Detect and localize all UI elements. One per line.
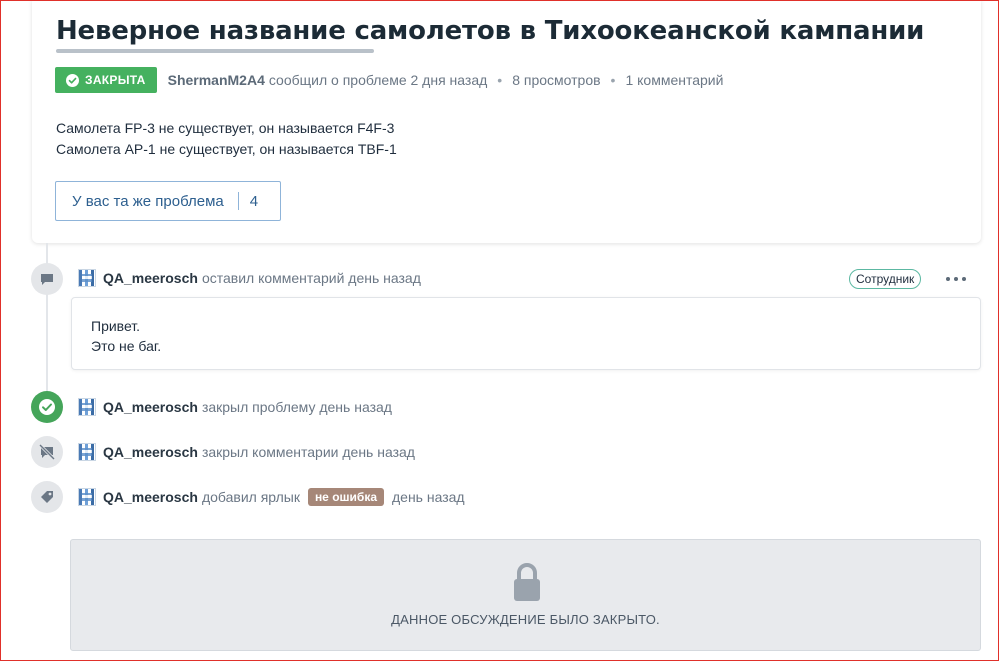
lock-icon <box>514 563 540 601</box>
comment-line: Привет. <box>91 318 141 334</box>
event-time: день назад <box>392 489 465 505</box>
check-circle-icon <box>31 391 63 423</box>
label-added-event: QA_meerosch добавил ярлык не ошибка день… <box>78 486 465 508</box>
locked-notice: ДАННОЕ ОБСУЖДЕНИЕ БЫЛО ЗАКРЫТО. <box>70 539 981 651</box>
views-count: 8 просмотров <box>512 72 601 88</box>
meta-separator: • <box>610 72 616 88</box>
same-problem-count: 4 <box>249 192 259 210</box>
comment-body: Привет. Это не баг. <box>71 297 981 370</box>
comments-locked-icon <box>31 436 63 468</box>
author-link[interactable]: ShermanM2A4 <box>168 72 265 88</box>
comment-header: QA_meerosch оставил комментарий день наз… <box>78 267 421 289</box>
closed-issue-event: QA_meerosch закрыл проблему день назад <box>78 396 392 418</box>
avatar[interactable] <box>78 488 96 506</box>
comments-count[interactable]: 1 комментарий <box>625 72 723 88</box>
avatar[interactable] <box>78 443 96 461</box>
check-circle-icon <box>66 73 79 87</box>
avatar[interactable] <box>78 398 96 416</box>
status-badge: ЗАКРЫТА <box>55 67 157 93</box>
comment-action: оставил комментарий день назад <box>201 270 421 286</box>
reported-text: сообщил о проблеме 2 дня назад <box>268 72 488 88</box>
event-text: закрыл комментарии день назад <box>201 444 415 460</box>
title-underline <box>56 49 374 53</box>
issue-title: Неверное название самолетов в Тихоокеанс… <box>56 16 925 46</box>
avatar[interactable] <box>78 269 96 287</box>
same-problem-label: У вас та же проблема <box>72 192 224 210</box>
button-divider <box>237 192 239 210</box>
username-link[interactable]: QA_meerosch <box>103 444 198 460</box>
tag-icon <box>31 481 63 513</box>
issue-body-line: Самолета FP-3 не существует, он называет… <box>56 120 395 136</box>
username-link[interactable]: QA_meerosch <box>103 270 198 286</box>
more-options-icon[interactable] <box>946 270 966 288</box>
issue-body: Самолета FP-3 не существует, он называет… <box>56 118 397 160</box>
event-text: закрыл проблему день назад <box>201 399 392 415</box>
same-problem-button[interactable]: У вас та же проблема 4 <box>55 181 281 221</box>
issue-body-line: Самолета AP-1 не существует, он называет… <box>56 141 397 157</box>
status-label: ЗАКРЫТА <box>85 73 146 87</box>
event-text: добавил ярлык <box>201 489 300 505</box>
closed-comments-event: QA_meerosch закрыл комментарии день наза… <box>78 441 415 463</box>
comment-line: Это не баг. <box>91 338 162 354</box>
locked-message: ДАННОЕ ОБСУЖДЕНИЕ БЫЛО ЗАКРЫТО. <box>391 612 660 627</box>
comment-icon <box>31 263 63 295</box>
staff-badge: Сотрудник <box>849 269 922 289</box>
meta-separator: • <box>497 72 503 88</box>
username-link[interactable]: QA_meerosch <box>103 399 198 415</box>
username-link[interactable]: QA_meerosch <box>103 489 198 505</box>
issue-meta: ЗАКРЫТА ShermanM2A4 сообщил о проблеме 2… <box>55 67 723 93</box>
label-tag[interactable]: не ошибка <box>307 488 384 506</box>
